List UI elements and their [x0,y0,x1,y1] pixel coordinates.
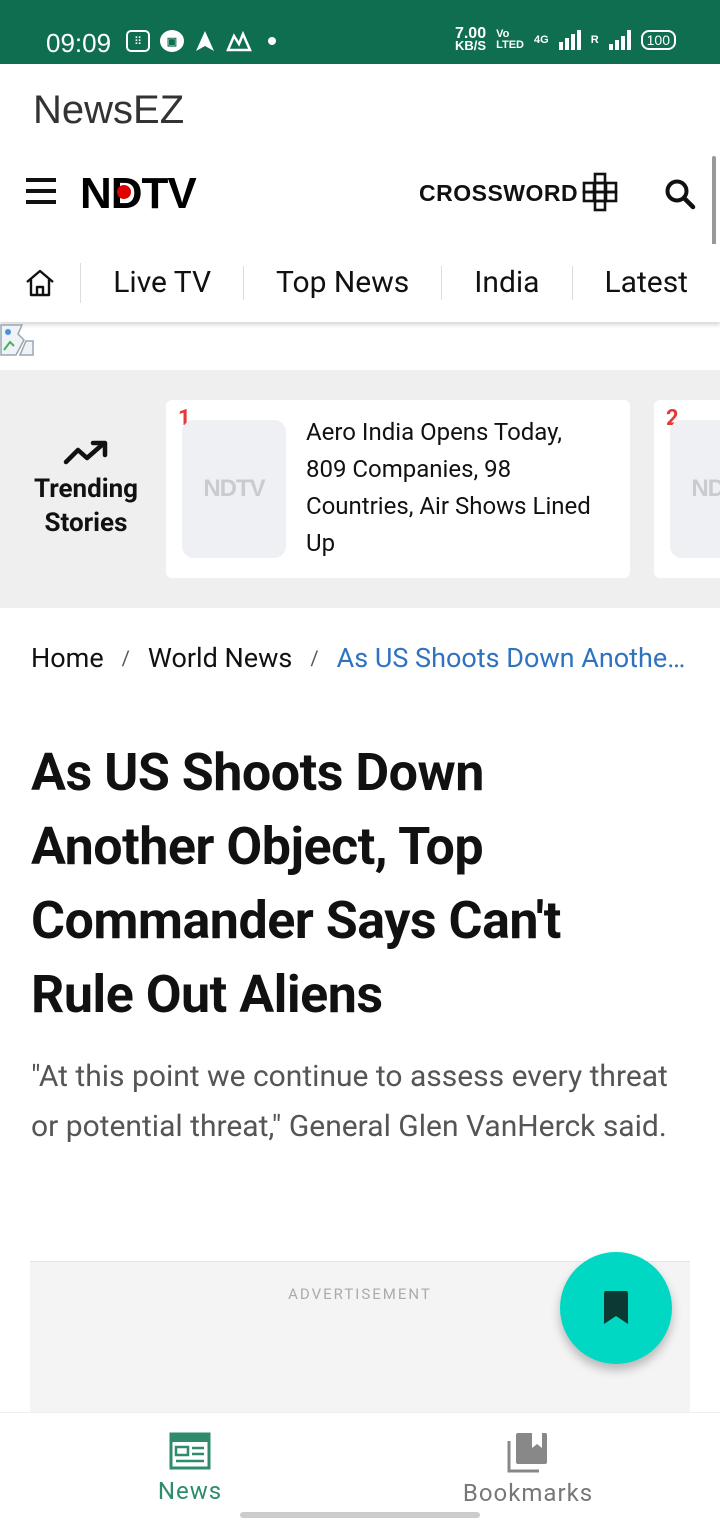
ndtv-logo[interactable]: NDTV [80,169,197,219]
bottom-nav-bookmarks[interactable]: Bookmarks [428,1431,628,1507]
bottom-nav-bookmarks-label: Bookmarks [462,1479,594,1507]
breadcrumb-home[interactable]: Home [31,642,104,674]
system-indicators: 7.00 KB/S Vo LTED 4G R 100 [454,25,676,53]
tab-top-news[interactable]: Top News [244,266,443,300]
home-icon [26,269,54,297]
trending-card[interactable]: 2 NDTV [654,400,720,578]
breadcrumb-section[interactable]: World News [148,642,292,674]
bookmark-button[interactable] [560,1252,672,1364]
network-type: 4G [534,33,549,46]
section-nav: Live TV Top News India Latest [0,244,720,322]
roaming-indicator: R [590,33,599,46]
bottom-nav: News Bookmarks [0,1412,720,1520]
bag-notification-icon: ▣ [160,30,184,52]
trending-title: Aero India Opens Today, 809 Companies, 9… [306,418,591,557]
search-icon[interactable] [664,178,696,210]
volte-indicator: Vo LTED [496,28,524,51]
article-subtitle: "At this point we continue to assess eve… [31,1059,668,1144]
trending-up-icon [63,440,108,465]
bookmark-icon [604,1291,628,1324]
app-title: NewsEZ [33,88,185,132]
trending-label: Trending Stories [20,440,152,540]
article-headline: As US Shoots Down Another Object, Top Co… [31,742,561,1025]
navigation-icon [196,31,214,51]
signal-icon-2 [608,30,631,50]
tab-live-tv[interactable]: Live TV [81,266,245,300]
status-bar: 09:09 ⠿ ▣ 7.00 KB/S Vo LTED 4G R 100 [0,0,720,64]
bottom-nav-news-label: News [157,1477,223,1505]
breadcrumb-current: As US Shoots Down Another Object, Top Co… [336,642,691,674]
logo-red-dot [117,185,131,199]
trending-thumbnail: NDTV [670,420,720,558]
gallery-notification-icon [226,30,252,52]
trending-card[interactable]: 1 NDTV Aero India Opens Today, 809 Compa… [166,400,630,578]
tab-india[interactable]: India [442,266,573,300]
breadcrumb-separator: / [310,646,319,670]
battery-icon: 100 [640,30,676,50]
tab-latest[interactable]: Latest [573,266,720,300]
trending-thumbnail: NDTV [182,420,286,558]
trending-section: Trending Stories 1 NDTV Aero India Opens… [0,370,720,608]
more-notifications-dot [268,37,276,45]
newspaper-icon [169,1432,211,1470]
gesture-bar[interactable] [240,1512,480,1518]
crossword-icon[interactable] [582,172,620,214]
notification-icons: ⠿ ▣ [126,30,276,52]
signal-icon [558,30,581,50]
breadcrumb-separator: / [121,646,130,670]
bookmarks-icon [507,1433,547,1473]
bottom-nav-news[interactable]: News [90,1431,290,1505]
network-speed: 7.00 KB/S [454,25,487,53]
crossword-link[interactable]: CROSSWORD [419,180,578,207]
nav-home[interactable] [0,263,82,303]
menu-icon[interactable] [26,178,56,206]
app-notification-icon: ⠿ [126,30,150,52]
breadcrumb: Home / World News / As US Shoots Down An… [31,642,691,674]
status-time: 09:09 [46,28,112,58]
broken-image-icon [0,324,34,356]
